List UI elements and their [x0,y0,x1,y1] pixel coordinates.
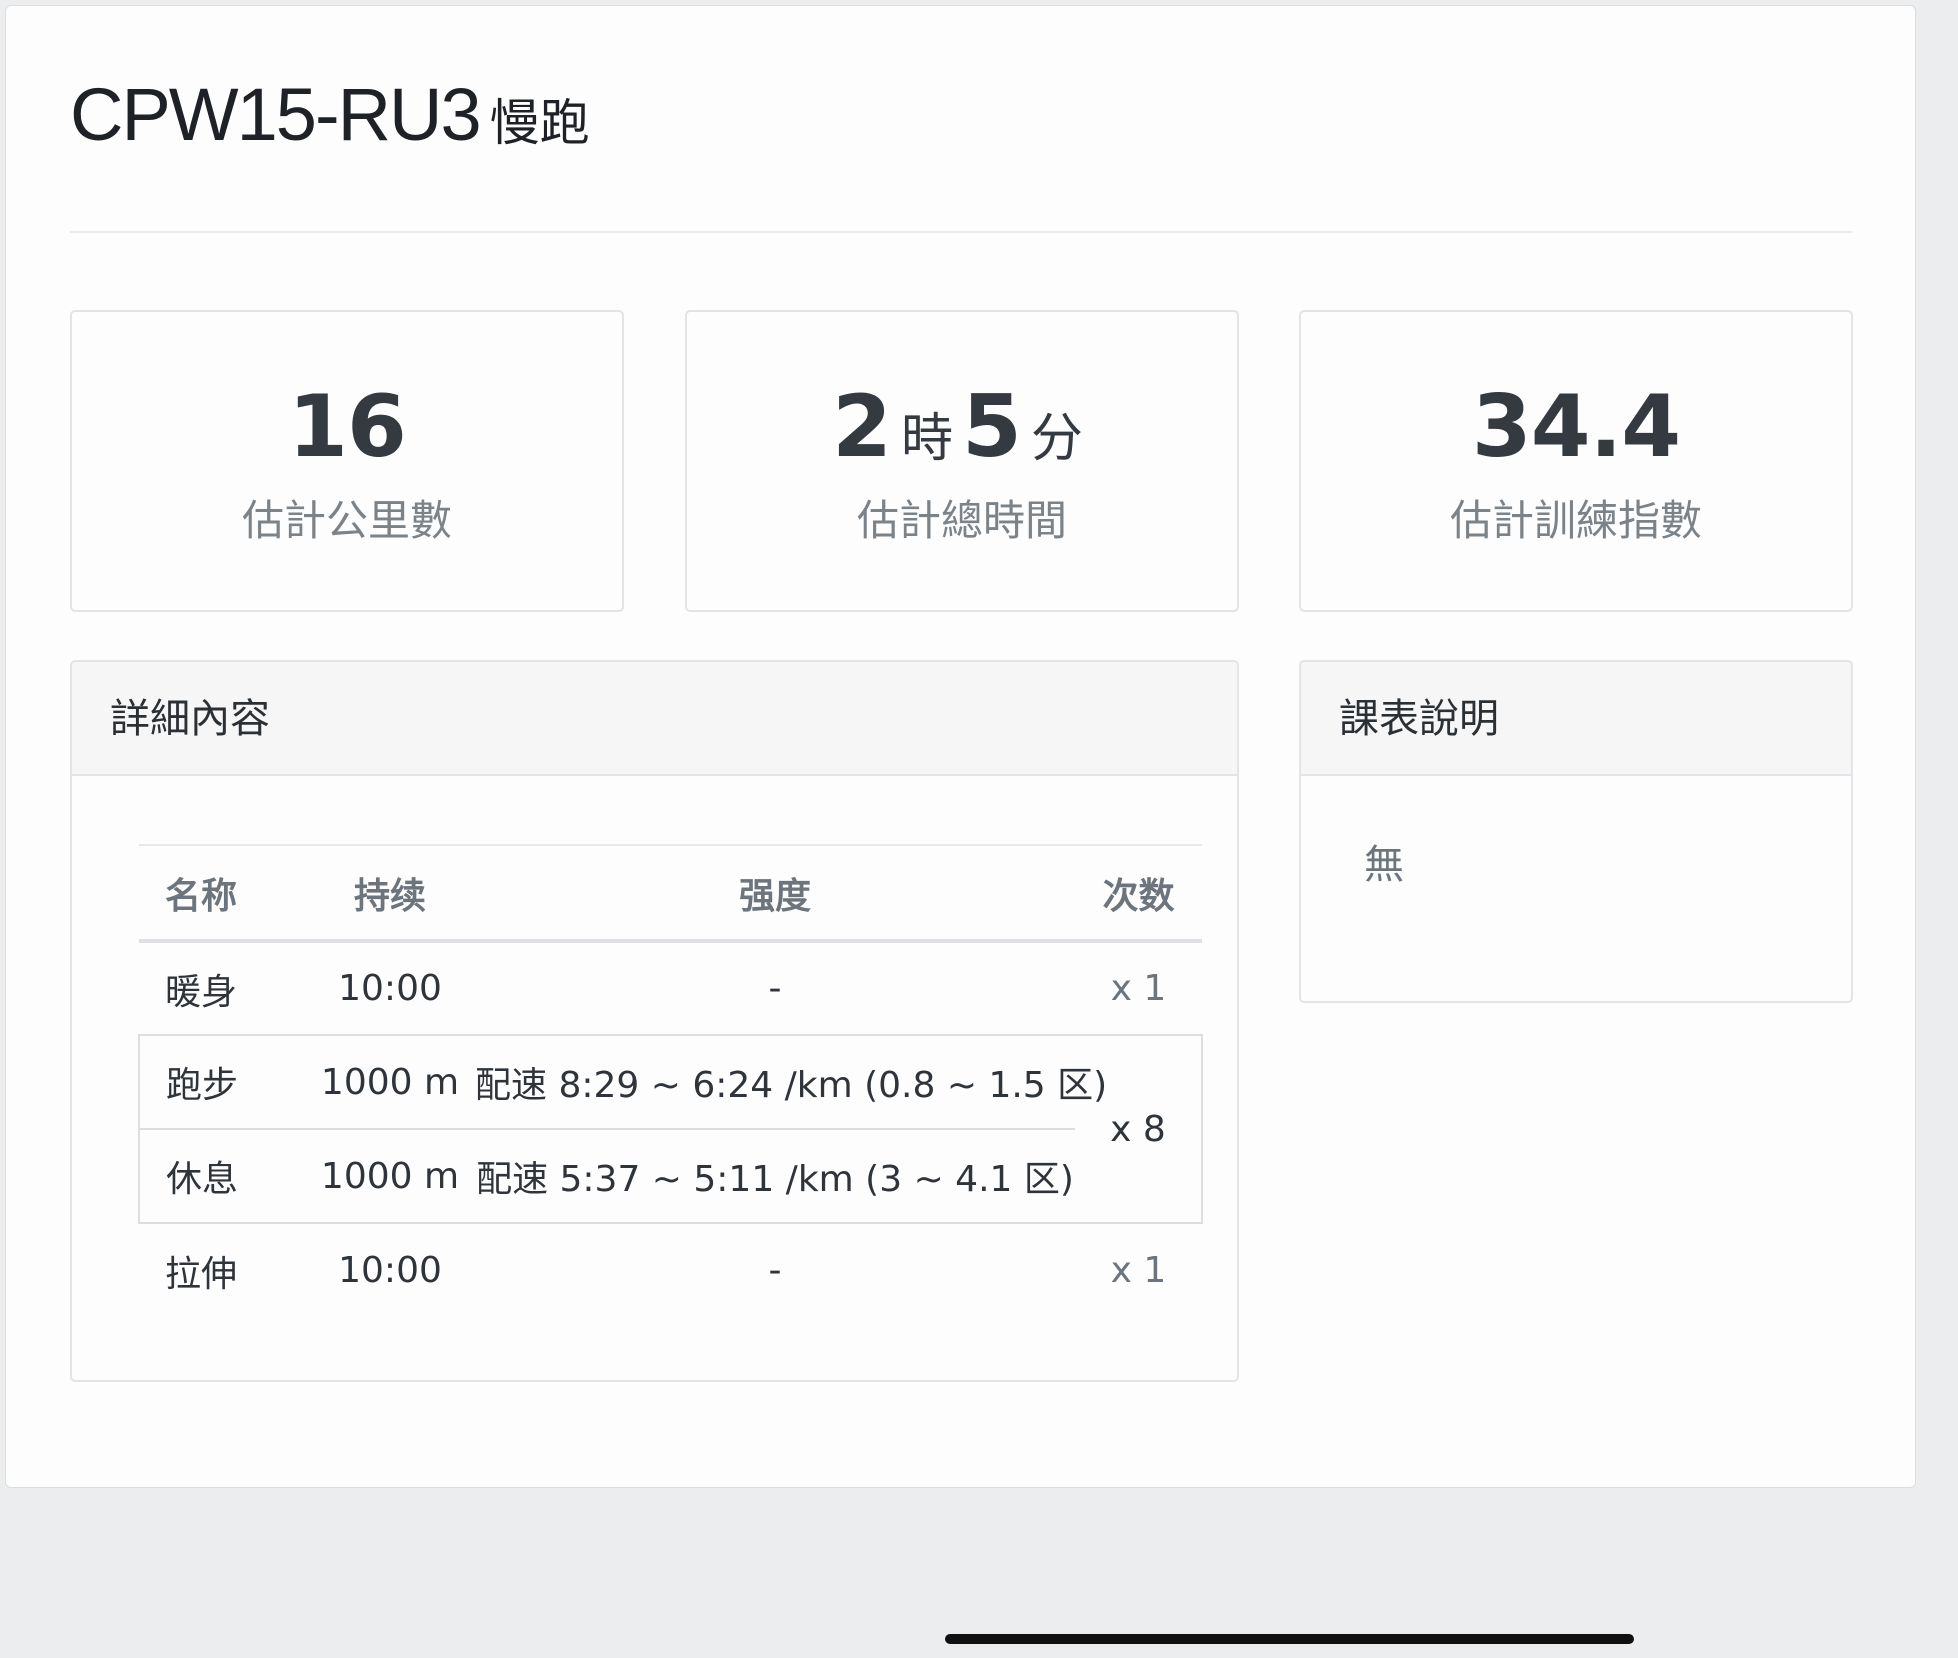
notes-body: 無 [1364,842,1404,888]
step-name: 暖身 [165,971,238,1013]
step-name: 跑步 [138,1034,305,1129]
stat-card-training-index: 34.4 估計訓練指數 [1299,310,1853,612]
home-indicator[interactable] [945,1634,1634,1644]
step-intensity: 配速 8:29 ~ 6:24 /km (0.8 ~ 1.5 区) [475,1034,1107,1129]
distance-label: 估計公里數 [241,496,452,545]
step-duration: 1000 m [305,1128,475,1224]
stat-card-duration: 2時5分 估計總時間 [685,310,1239,612]
table-row-run: 跑步 1000 m 配速 8:29 ~ 6:24 /km (0.8 ~ 1.5 … [138,1034,1203,1224]
duration-label: 估計總時間 [856,496,1067,545]
workout-detail-card: CPW15-RU3 慢跑 16 估計公里數 2時5分 估計總時間 34.4 估計訓… [5,5,1916,1488]
step-duration: 10:00 [338,1250,442,1291]
details-panel-title: 詳細內容 [72,662,1237,776]
details-panel: 詳細內容 名称 持续 强度 次数 暖身 10:00 - x 1 跑步 1000 … [70,660,1239,1382]
step-name: 拉伸 [165,1253,238,1295]
table-header-row: 名称 持续 强度 次数 [139,844,1202,943]
column-header-duration: 持续 [305,844,475,943]
step-intensity: 配速 5:37 ~ 5:11 /km (3 ~ 4.1 区) [475,1128,1075,1224]
title-divider [70,231,1852,233]
table-row-stretch: 拉伸 10:00 - x 1 [139,1223,1202,1317]
page-title: CPW15-RU3 慢跑 [70,78,590,152]
step-duration: 1000 m [305,1034,475,1129]
duration-minutes-unit: 分 [1030,409,1083,469]
table-row-rest: 休息 1000 m 配速 5:37 ~ 5:11 /km (3 ~ 4.1 区) [138,1128,1202,1224]
step-intensity: - [768,1250,782,1291]
notes-panel: 課表說明 無 [1299,660,1853,1003]
training-index-label: 估計訓練指數 [1449,496,1702,545]
workout-code: CPW15-RU3 [70,73,482,156]
duration-minutes: 5 [962,377,1022,477]
workout-type: 慢跑 [489,94,590,152]
distance-value: 16 [288,377,407,477]
column-header-intensity: 强度 [475,844,1075,943]
group-reps: x 8 [1075,1034,1203,1224]
step-reps: x 1 [1110,1250,1167,1291]
intervals-table: 名称 持续 强度 次数 暖身 10:00 - x 1 跑步 1000 m 配速 … [138,844,1203,1317]
step-reps: x 1 [1110,968,1167,1009]
column-header-name: 名称 [139,844,305,943]
duration-hours-unit: 時 [900,409,953,469]
stat-card-distance: 16 估計公里數 [70,310,624,612]
duration-hours: 2 [832,377,892,477]
table-row-warmup: 暖身 10:00 - x 1 [139,941,1202,1035]
step-intensity: - [768,968,782,1009]
step-name: 休息 [138,1128,305,1224]
notes-panel-title: 課表說明 [1301,662,1851,776]
column-header-reps: 次数 [1075,844,1202,943]
training-index-value: 34.4 [1471,377,1681,477]
duration-value: 2時5分 [687,384,1237,470]
step-duration: 10:00 [338,968,442,1009]
